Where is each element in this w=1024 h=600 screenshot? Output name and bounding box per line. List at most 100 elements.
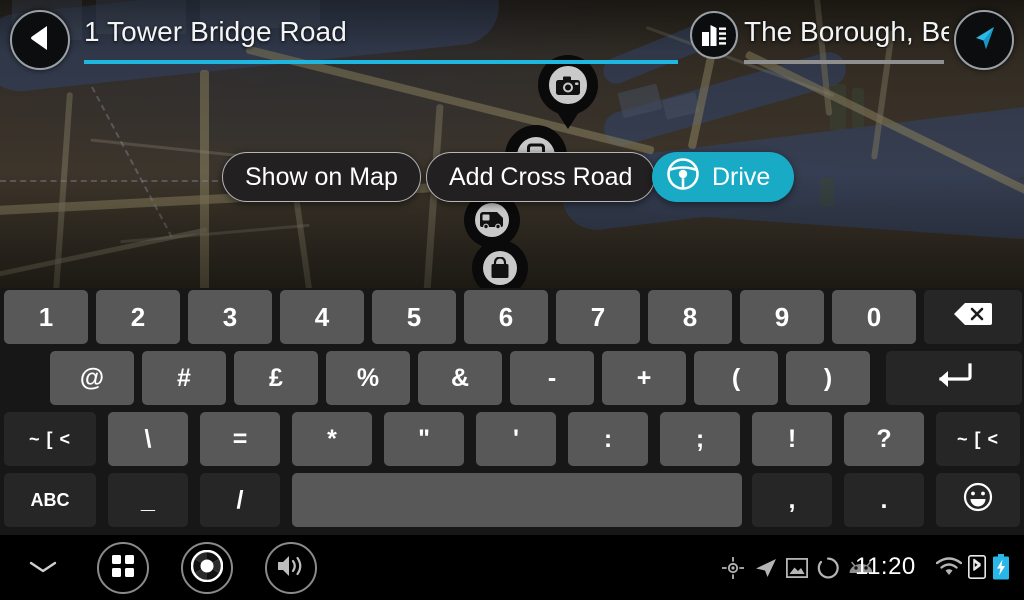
key-label: 5 (406, 301, 422, 332)
on-screen-keyboard[interactable]: 1 2 3 4 5 6 7 8 9 0 @ # £% & - + () ~ [ < \ = * " ':;!? ~ [ < AB… (0, 288, 1024, 535)
key-label: # (177, 363, 191, 392)
wifi-icon (936, 557, 962, 577)
key-label: 8 (682, 301, 698, 332)
key-hash[interactable]: # (142, 351, 226, 405)
bluetooth-icon (968, 555, 986, 579)
key-label: £ (269, 363, 283, 392)
key-7[interactable]: 7 (556, 290, 640, 344)
sync-icon (817, 557, 839, 579)
keyboard-row-bottom: ABC _ /,. (0, 473, 1024, 527)
key-label: % (356, 363, 380, 392)
key-label: : (603, 424, 613, 453)
bus-icon (474, 202, 510, 238)
key-semicolon[interactable]: ; (660, 412, 740, 466)
drive-button[interactable]: Drive (652, 152, 795, 202)
camera-button[interactable] (181, 542, 233, 594)
key-label: ABC (30, 489, 70, 510)
key-underscore[interactable]: _ (108, 473, 188, 527)
key-paren-open[interactable]: ( (694, 351, 778, 405)
key-label: - (547, 363, 557, 392)
add-cross-road-button[interactable]: Add Cross Road (426, 152, 656, 202)
key-label: 6 (498, 301, 514, 332)
map-road (293, 200, 313, 288)
back-arrow-icon (27, 24, 53, 57)
key-comma[interactable]: , (752, 473, 832, 527)
apps-grid-button[interactable] (97, 542, 149, 594)
key-equals[interactable]: = (200, 412, 280, 466)
key-label: ~ [ < (956, 428, 1000, 449)
enter-icon (932, 361, 976, 396)
key-6[interactable]: 6 (464, 290, 548, 344)
add-cross-road-label: Add Cross Road (449, 162, 633, 191)
map-poi-shopping[interactable] (472, 240, 528, 288)
current-location-button[interactable] (954, 10, 1014, 70)
key-quote[interactable]: " (384, 412, 464, 466)
enter-key[interactable] (886, 351, 1022, 405)
emoji-key[interactable] (936, 473, 1020, 527)
key-label: ( (731, 363, 741, 392)
show-on-map-button[interactable]: Show on Map (222, 152, 421, 202)
navigation-arrow-icon (969, 23, 999, 58)
apps-grid-icon (111, 554, 135, 583)
key-9[interactable]: 9 (740, 290, 824, 344)
symbol-page-key-left[interactable]: ~ [ < (4, 412, 96, 466)
key-at[interactable]: @ (50, 351, 134, 405)
key-question[interactable]: ? (844, 412, 924, 466)
key-asterisk[interactable]: * (292, 412, 372, 466)
key-slash[interactable]: / (200, 473, 280, 527)
key-label: & (450, 363, 470, 392)
city-field[interactable]: The Borough, Be (690, 11, 949, 66)
key-3[interactable]: 3 (188, 290, 272, 344)
keyboard-row-symbols-2: ~ [ < \ = * " ':;!? ~ [ < (0, 412, 1024, 466)
key-4[interactable]: 4 (280, 290, 364, 344)
key-colon[interactable]: : (568, 412, 648, 466)
symbol-page-key-right[interactable]: ~ [ < (936, 412, 1020, 466)
app-screen: 1 Tower Bridge Road The Borough, Be Show… (0, 0, 1024, 600)
key-minus[interactable]: - (510, 351, 594, 405)
key-apostrophe[interactable]: ' (476, 412, 556, 466)
system-dock: 11:20 (0, 535, 1024, 600)
key-period[interactable]: . (844, 473, 924, 527)
key-label: . (880, 485, 888, 514)
key-label: ~ [ < (28, 428, 72, 449)
key-2[interactable]: 2 (96, 290, 180, 344)
city-buildings-icon (690, 11, 738, 59)
key-paren-close[interactable]: ) (786, 351, 870, 405)
key-5[interactable]: 5 (372, 290, 456, 344)
key-0[interactable]: 0 (832, 290, 916, 344)
key-backslash[interactable]: \ (108, 412, 188, 466)
key-plus[interactable]: + (602, 351, 686, 405)
key-8[interactable]: 8 (648, 290, 732, 344)
space-key[interactable] (292, 473, 742, 527)
backspace-icon (953, 301, 993, 334)
key-label: 2 (130, 301, 146, 332)
emoji-icon (963, 482, 993, 519)
back-button[interactable] (10, 10, 70, 70)
keyboard-row-symbols-1: @ # £% & - + () (0, 351, 1024, 405)
key-label: ? (876, 424, 892, 453)
action-button-bar: Show on Map Add Cross Road Drive (0, 152, 1024, 204)
gps-crosshair-icon (722, 557, 744, 579)
volume-button[interactable] (265, 542, 317, 594)
key-pound[interactable]: £ (234, 351, 318, 405)
key-label: 9 (774, 301, 790, 332)
key-label: 0 (866, 301, 882, 332)
backspace-key[interactable] (924, 290, 1022, 344)
key-label: " (418, 424, 430, 453)
volume-icon (276, 554, 306, 583)
city-value: The Borough, Be (744, 16, 949, 47)
abc-mode-key[interactable]: ABC (4, 473, 96, 527)
steering-wheel-icon (666, 157, 700, 198)
key-label: 4 (314, 301, 330, 332)
key-exclamation[interactable]: ! (752, 412, 832, 466)
key-amp[interactable]: & (418, 351, 502, 405)
key-label: ! (787, 424, 797, 453)
key-percent[interactable]: % (326, 351, 410, 405)
address-search-field[interactable]: 1 Tower Bridge Road (82, 14, 680, 66)
key-label: 1 (38, 301, 54, 332)
key-1[interactable]: 1 (4, 290, 88, 344)
chevron-down-icon[interactable] (26, 557, 60, 577)
camera-aperture-icon (190, 549, 224, 587)
key-label: \ (144, 424, 152, 453)
top-bar: 1 Tower Bridge Road The Borough, Be (0, 0, 1024, 80)
